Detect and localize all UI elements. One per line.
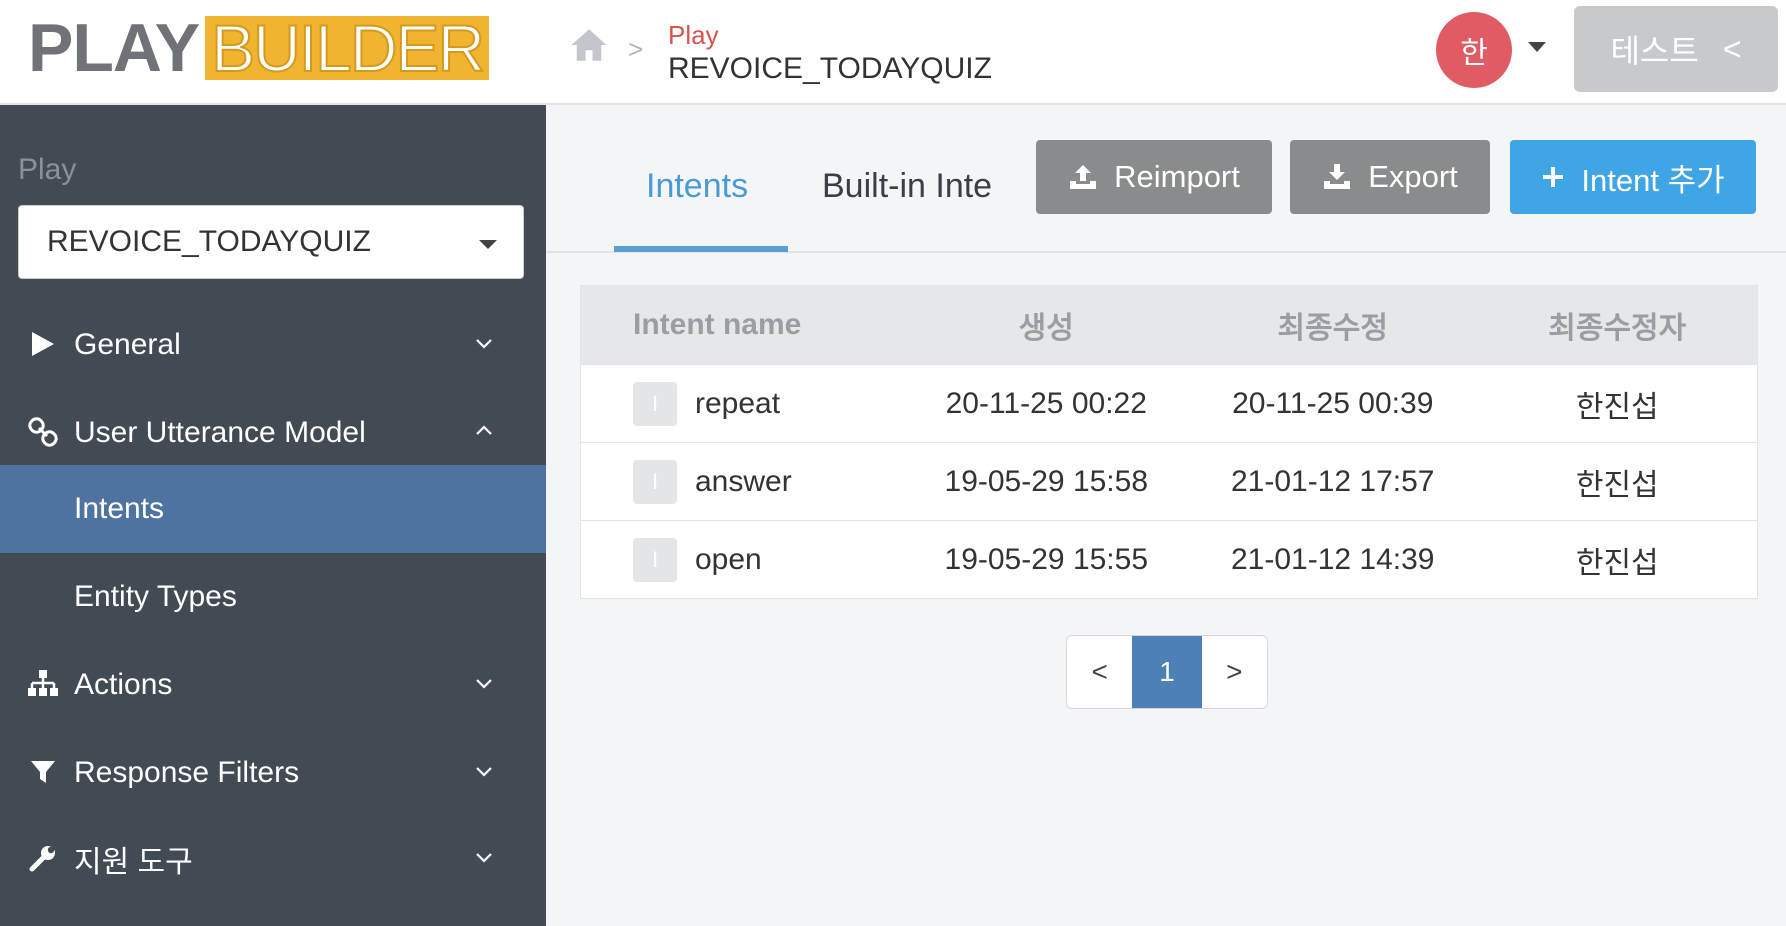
sidebar-item-general[interactable]: General [0,301,546,389]
tabs-bar: Intents Built-in Inte Reimport Export In… [546,105,1786,253]
breadcrumb-parent[interactable]: Play [668,20,719,51]
download-icon [1324,164,1351,189]
breadcrumb-separator: > [628,34,644,64]
sidebar-item-intents[interactable]: Intents [0,465,546,553]
top-header: PLAY BUILDER > Play REVOICE_TODAYQUIZ 한 … [0,0,1786,105]
chevron-down-icon [476,853,492,863]
breadcrumb-current: REVOICE_TODAYQUIZ [668,52,992,85]
intent-name-cell: I repeat [581,381,905,426]
logo-play-text: PLAY [28,10,200,86]
chevron-down-icon [476,767,492,777]
wrench-icon [26,841,60,875]
filter-icon [26,755,60,789]
add-intent-button[interactable]: Intent 추가 [1510,140,1756,214]
table-row[interactable]: I repeat 20-11-25 00:22 20-11-25 00:39 한… [581,364,1757,442]
sidebar-item-label: Response Filters [74,756,300,789]
test-button-label: 테스트 [1610,33,1699,69]
user-avatar[interactable]: 한 [1436,12,1512,88]
export-button[interactable]: Export [1290,140,1490,214]
modifier-cell: 한진섭 [1575,468,1659,502]
column-header-intent-name[interactable]: Intent name [581,308,905,342]
chevron-right-icon: > [1226,656,1243,687]
logo-builder-text: BUILDER [205,14,490,82]
intent-name[interactable]: repeat [695,387,780,421]
table-row[interactable]: I open 19-05-29 15:55 21-01-12 14:39 한진섭 [581,520,1757,598]
table-row[interactable]: I answer 19-05-29 15:58 21-01-12 17:57 한… [581,442,1757,520]
play-select-value: REVOICE_TODAYQUIZ [47,225,371,258]
sidebar-item-label: General [74,328,181,361]
sidebar-item-user-utterance-model[interactable]: User Utterance Model [0,389,546,477]
pagination: < 1 > [1066,635,1268,709]
created-cell: 19-05-29 15:58 [944,464,1149,498]
avatar-dropdown-caret-icon[interactable] [1528,42,1546,52]
column-header-modified[interactable]: 최종수정 [1188,303,1477,347]
modified-cell: 21-01-12 14:39 [1231,542,1435,576]
chevron-down-icon [476,339,492,349]
intent-name-cell: I open [581,537,905,582]
pagination-page-1[interactable]: 1 [1132,636,1202,708]
link-icon [26,415,60,449]
intent-name[interactable]: open [695,543,762,577]
modifier-cell: 한진섭 [1575,390,1659,424]
modified-cell: 21-01-12 17:57 [1231,464,1435,498]
intent-type-badge: I [633,537,677,582]
intent-name[interactable]: answer [695,465,792,499]
reimport-button[interactable]: Reimport [1036,140,1272,214]
sidebar-item-label: Entity Types [74,580,237,613]
sidebar-item-label: Intents [74,492,165,525]
sidebar-item-label: User Utterance Model [74,416,366,449]
sitemap-icon [26,667,60,701]
pagination-next-button[interactable]: > [1202,636,1267,708]
active-tab-indicator [614,246,788,252]
play-section-label: Play [18,153,77,186]
export-button-label: Export [1368,159,1458,194]
chevron-up-icon [476,425,492,435]
table-header: Intent name 생성 최종수정 최종수정자 [581,286,1757,364]
playbuilder-logo[interactable]: PLAY BUILDER [28,10,490,86]
modified-cell: 20-11-25 00:39 [1232,386,1434,420]
caret-down-icon [479,240,497,249]
modifier-cell: 한진섭 [1575,546,1659,580]
created-cell: 19-05-29 15:55 [944,542,1149,576]
play-select[interactable]: REVOICE_TODAYQUIZ [18,205,524,279]
sidebar: Play REVOICE_TODAYQUIZ General User Utte… [0,105,546,926]
intent-type-badge: I [633,459,677,504]
chevron-left-icon: < [1722,30,1742,67]
tab-intents[interactable]: Intents [646,167,748,206]
sidebar-item-label: Actions [74,668,173,701]
home-icon[interactable] [568,24,610,66]
column-header-modifier[interactable]: 최종수정자 [1478,303,1758,347]
main-content: Intents Built-in Inte Reimport Export In… [546,105,1786,926]
chevron-down-icon [476,679,492,689]
sidebar-item-label: 지원 도구 [74,846,193,879]
intents-table: Intent name 생성 최종수정 최종수정자 I repeat 20-11… [580,285,1758,599]
created-cell: 20-11-25 00:22 [945,386,1147,420]
upload-icon [1070,165,1097,189]
chevron-left-icon: < [1091,656,1108,687]
sidebar-item-response-filters[interactable]: Response Filters [0,729,546,817]
sidebar-item-entity-types[interactable]: Entity Types [0,553,546,641]
test-button[interactable]: 테스트 < [1574,6,1778,92]
add-intent-button-label: Intent 추가 [1581,162,1725,198]
pagination-prev-button[interactable]: < [1067,636,1132,708]
play-triangle-icon [26,327,60,361]
reimport-button-label: Reimport [1114,159,1240,194]
intent-type-badge: I [633,381,677,426]
plus-icon [1543,167,1564,187]
sidebar-item-actions[interactable]: Actions [0,641,546,729]
intent-name-cell: I answer [581,459,905,504]
column-header-created[interactable]: 생성 [905,303,1189,347]
sidebar-item-support-tools[interactable]: 지원 도구 [0,815,546,903]
tab-built-in-intents[interactable]: Built-in Inte [822,167,992,206]
